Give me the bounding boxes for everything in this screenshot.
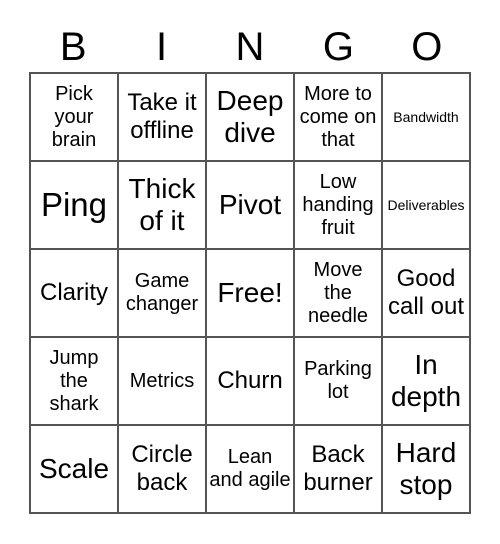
- bingo-cell[interactable]: Ping: [30, 161, 118, 249]
- bingo-cell[interactable]: Jump the shark: [30, 337, 118, 425]
- bingo-cell[interactable]: Circle back: [118, 425, 206, 513]
- bingo-card: Pick your brain Take it offline Deep div…: [29, 72, 471, 514]
- header-letter-o: O: [411, 25, 443, 69]
- bingo-cell[interactable]: Game changer: [118, 249, 206, 337]
- bingo-cell[interactable]: Hard stop: [382, 425, 470, 513]
- header-letter-i: I: [156, 25, 168, 69]
- bingo-header: B I N G O: [29, 22, 471, 72]
- bingo-cell[interactable]: Churn: [206, 337, 294, 425]
- bingo-cell[interactable]: More to come on that: [294, 73, 382, 161]
- bingo-cell[interactable]: Low handing fruit: [294, 161, 382, 249]
- bingo-cell[interactable]: Bandwidth: [382, 73, 470, 161]
- bingo-cell[interactable]: Pick your brain: [30, 73, 118, 161]
- bingo-cell[interactable]: In depth: [382, 337, 470, 425]
- bingo-cell[interactable]: Parking lot: [294, 337, 382, 425]
- bingo-cell[interactable]: Scale: [30, 425, 118, 513]
- header-letter-n: N: [235, 25, 265, 69]
- bingo-cell[interactable]: Good call out: [382, 249, 470, 337]
- bingo-cell[interactable]: Clarity: [30, 249, 118, 337]
- bingo-cell[interactable]: Back burner: [294, 425, 382, 513]
- bingo-cell[interactable]: Deep dive: [206, 73, 294, 161]
- bingo-cell[interactable]: Pivot: [206, 161, 294, 249]
- bingo-cell[interactable]: Move the needle: [294, 249, 382, 337]
- bingo-cell[interactable]: Lean and agile: [206, 425, 294, 513]
- bingo-cell[interactable]: Metrics: [118, 337, 206, 425]
- bingo-cell[interactable]: Take it offline: [118, 73, 206, 161]
- header-letter-g: G: [322, 25, 354, 69]
- header-letter-b: B: [59, 25, 87, 69]
- bingo-cell[interactable]: Thick of it: [118, 161, 206, 249]
- bingo-cell[interactable]: Deliverables: [382, 161, 470, 249]
- free-space-cell[interactable]: Free!: [206, 249, 294, 337]
